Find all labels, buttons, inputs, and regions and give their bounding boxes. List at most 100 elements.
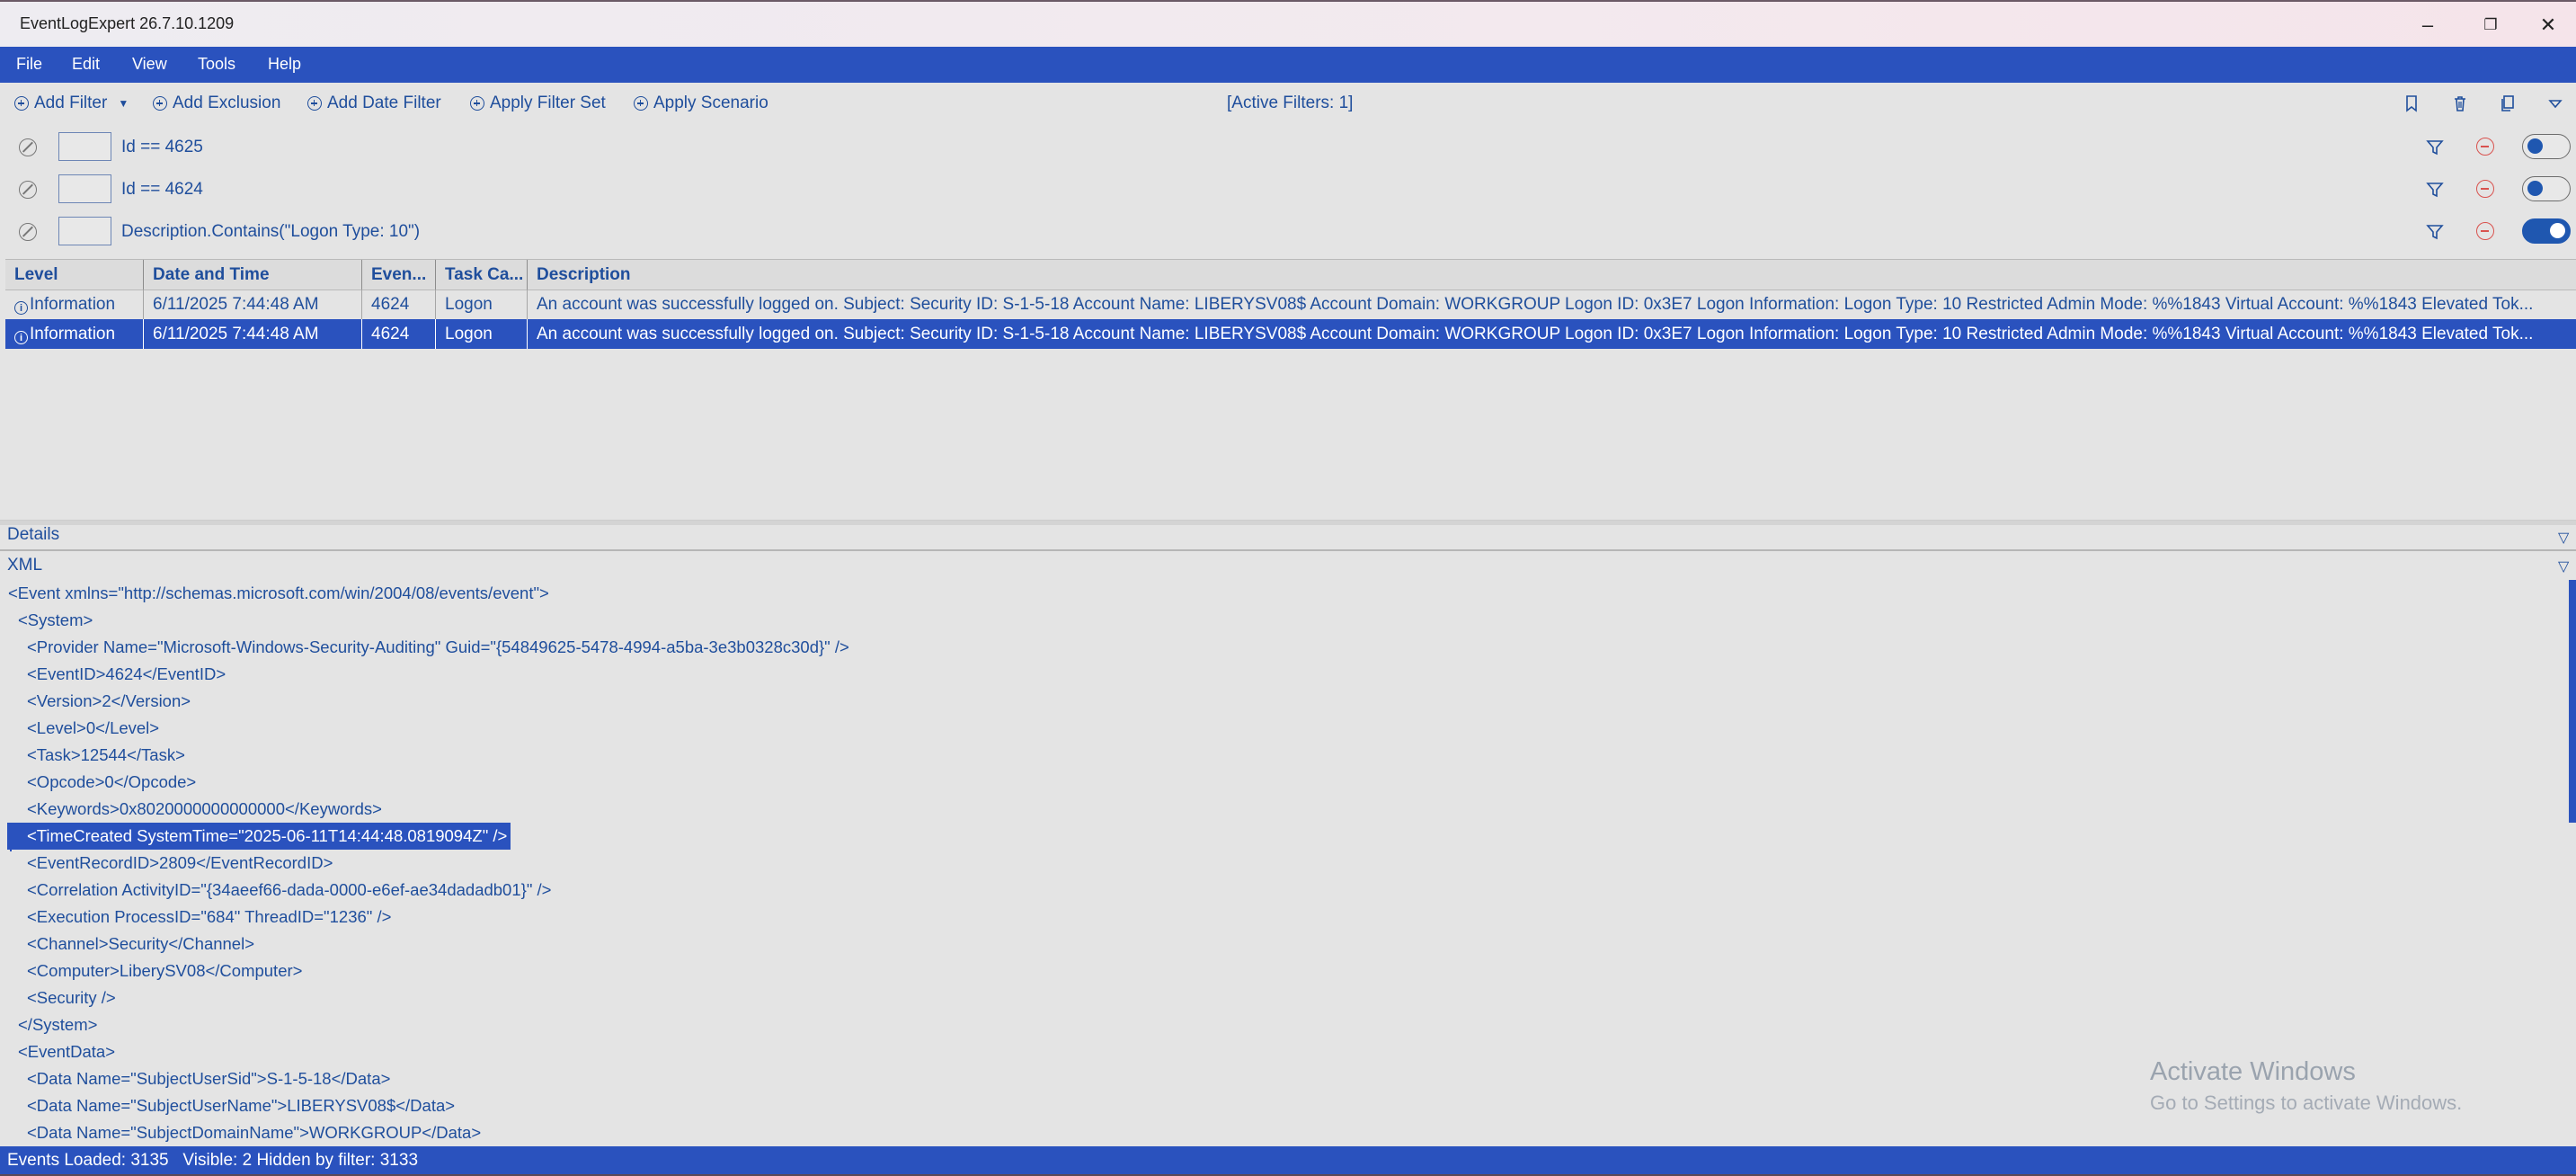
filter-color-box[interactable]	[58, 217, 111, 245]
add-filter-button[interactable]: Add Filter ▼	[14, 94, 129, 113]
xml-line: <Execution ProcessID="684" ThreadID="123…	[27, 907, 392, 926]
cell-task-category: Logon	[436, 319, 528, 349]
remove-filter-icon[interactable]	[2476, 180, 2494, 198]
chevron-down-icon[interactable]	[2545, 94, 2565, 113]
apply-filter-set-button[interactable]: Apply Filter Set	[470, 94, 606, 113]
xml-line: <Provider Name="Microsoft-Windows-Securi…	[27, 637, 849, 656]
bookmark-icon[interactable]	[2402, 94, 2421, 113]
cell-level: i Information	[5, 319, 144, 349]
active-filters-count: [Active Filters: 1]	[1227, 94, 1354, 112]
xml-line: <Data Name="SubjectUserName">LIBERYSV08$…	[27, 1096, 456, 1115]
disable-filter-icon[interactable]	[19, 223, 37, 241]
level-text: Information	[30, 295, 116, 314]
column-event-id[interactable]: Even...	[362, 260, 436, 290]
menu-help[interactable]: Help	[268, 55, 301, 74]
add-exclusion-button[interactable]: Add Exclusion	[153, 94, 280, 113]
details-collapse-icon[interactable]: ▽	[2558, 529, 2569, 547]
column-description[interactable]: Description	[528, 260, 2576, 290]
title-bar: EventLogExpert 26.7.10.1209 – ❐ ✕	[0, 0, 2576, 47]
filter-row: Id == 4625	[0, 126, 2576, 167]
info-icon: i	[14, 301, 28, 315]
info-icon: i	[14, 331, 28, 344]
xml-line: <Event xmlns="http://schemas.microsoft.c…	[8, 584, 549, 602]
disable-filter-icon[interactable]	[19, 138, 37, 156]
filter-row: Id == 4624	[0, 168, 2576, 209]
filter-expression[interactable]: Id == 4624	[121, 180, 203, 200]
xml-collapse-icon[interactable]: ▽	[2558, 557, 2569, 575]
text-caret	[10, 828, 12, 851]
xml-line: <Version>2</Version>	[27, 691, 191, 710]
filter-icon[interactable]	[2425, 180, 2445, 200]
xml-scrollbar[interactable]	[2569, 580, 2576, 823]
apply-scenario-button[interactable]: Apply Scenario	[634, 94, 768, 113]
close-button[interactable]: ✕	[2526, 7, 2571, 43]
xml-line: <Correlation ActivityID="{34aeef66-dada-…	[27, 880, 552, 899]
apply-filter-set-label: Apply Filter Set	[490, 94, 606, 112]
cell-event-id: 4624	[362, 290, 436, 319]
xml-line: <Data Name="SubjectDomainName">WORKGROUP…	[27, 1123, 482, 1142]
xml-line: <Task>12544</Task>	[27, 745, 185, 764]
caret-down-icon[interactable]: ▼	[118, 97, 129, 110]
details-label: Details	[7, 525, 60, 544]
copy-icon[interactable]	[2498, 94, 2518, 113]
xml-line: <EventData>	[18, 1042, 115, 1061]
minimize-icon: –	[2421, 13, 2434, 36]
plus-circle-icon	[153, 96, 167, 111]
close-icon: ✕	[2539, 13, 2557, 36]
filter-color-box[interactable]	[58, 174, 111, 203]
cell-event-id: 4624	[362, 319, 436, 349]
filter-enabled-toggle[interactable]	[2522, 134, 2571, 159]
filter-expression[interactable]: Id == 4625	[121, 138, 203, 157]
event-grid-header: Level Date and Time Even... Task Ca... D…	[5, 259, 2576, 290]
cell-description: An account was successfully logged on. S…	[537, 325, 2534, 343]
pane-splitter[interactable]	[0, 520, 2576, 525]
apply-scenario-label: Apply Scenario	[653, 94, 768, 112]
event-row[interactable]: i Information 6/11/2025 7:44:48 AM 4624 L…	[5, 290, 2576, 319]
plus-circle-icon	[634, 96, 648, 111]
xml-line: <Opcode>0</Opcode>	[27, 772, 197, 791]
activation-watermark-title: Activate Windows	[2150, 1057, 2356, 1086]
plus-circle-icon	[14, 96, 29, 111]
add-date-filter-button[interactable]: Add Date Filter	[307, 94, 441, 113]
column-date-time[interactable]: Date and Time	[144, 260, 362, 290]
column-task-category[interactable]: Task Ca...	[436, 260, 528, 290]
remove-filter-icon[interactable]	[2476, 222, 2494, 240]
filter-enabled-toggle[interactable]	[2522, 176, 2571, 201]
restore-icon: ❐	[2483, 16, 2498, 33]
trash-icon[interactable]	[2450, 94, 2470, 113]
disable-filter-icon[interactable]	[19, 181, 37, 199]
xml-line-highlighted: <TimeCreated SystemTime="2025-06-11T14:4…	[7, 823, 511, 850]
xml-line: <EventID>4624</EventID>	[27, 664, 227, 683]
remove-filter-icon[interactable]	[2476, 138, 2494, 156]
menu-bar: File Edit View Tools Help	[0, 47, 2576, 83]
add-date-filter-label: Add Date Filter	[327, 94, 441, 112]
details-divider	[0, 549, 2576, 551]
cell-level: i Information	[5, 290, 144, 319]
status-bar: Events Loaded: 3135 Visible: 2 Hidden by…	[0, 1146, 2576, 1174]
xml-line: <Level>0</Level>	[27, 718, 160, 737]
status-text: Events Loaded: 3135 Visible: 2 Hidden by…	[7, 1151, 419, 1170]
minimize-button[interactable]: –	[2405, 7, 2450, 43]
maximize-button[interactable]: ❐	[2468, 7, 2513, 43]
window-title: EventLogExpert 26.7.10.1209	[20, 14, 235, 32]
menu-view[interactable]: View	[132, 55, 167, 74]
filter-icon[interactable]	[2425, 222, 2445, 242]
xml-line: <Keywords>0x8020000000000000</Keywords>	[27, 799, 382, 818]
activation-watermark-subtitle: Go to Settings to activate Windows.	[2150, 1091, 2463, 1114]
event-row-selected[interactable]: i Information 6/11/2025 7:44:48 AM 4624 L…	[5, 319, 2576, 349]
menu-tools[interactable]: Tools	[198, 55, 235, 74]
cell-task-category: Logon	[436, 290, 528, 319]
xml-line: <EventRecordID>2809</EventRecordID>	[27, 853, 333, 872]
xml-line: <Security />	[27, 988, 116, 1007]
menu-edit[interactable]: Edit	[72, 55, 100, 74]
filter-color-box[interactable]	[58, 132, 111, 161]
filter-icon[interactable]	[2425, 138, 2445, 157]
menu-file[interactable]: File	[16, 55, 42, 74]
plus-circle-icon	[470, 96, 484, 111]
column-level[interactable]: Level	[5, 260, 144, 290]
filter-expression[interactable]: Description.Contains("Logon Type: 10")	[121, 222, 420, 242]
cell-description: An account was successfully logged on. S…	[537, 295, 2534, 314]
add-filter-label: Add Filter	[34, 94, 108, 112]
filter-enabled-toggle[interactable]	[2522, 218, 2571, 244]
xml-line: <Computer>LiberySV08</Computer>	[27, 961, 303, 980]
